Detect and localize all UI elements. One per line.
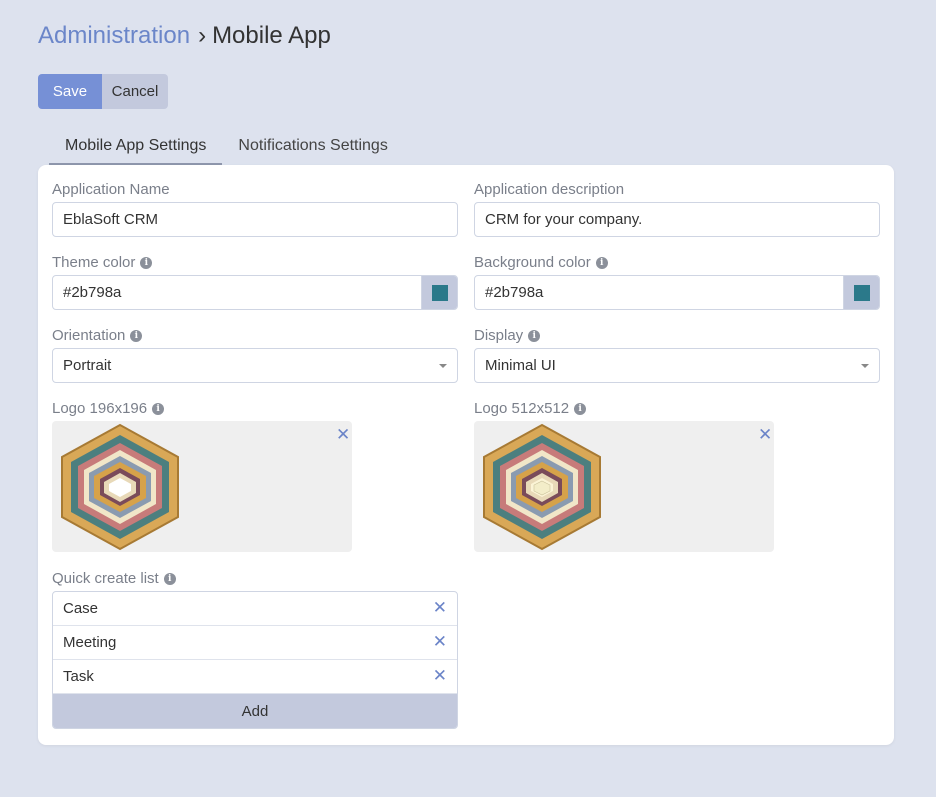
list-item-label: Meeting [63, 634, 117, 651]
color-swatch [854, 284, 870, 301]
orientation-value: Portrait [63, 357, 112, 374]
logo-512-label: Logo 512x512 i [474, 400, 587, 417]
info-icon: i [152, 402, 165, 415]
logo-196-label-text: Logo 196x196 [52, 400, 148, 417]
info-icon: i [574, 402, 587, 415]
quick-create-label-text: Quick create list [52, 570, 159, 587]
tab-mobile-app-settings[interactable]: Mobile App Settings [49, 128, 223, 165]
page-title: Mobile App [212, 22, 331, 49]
close-icon[interactable]: ✕ [336, 427, 350, 444]
close-icon[interactable]: ✕ [433, 668, 447, 685]
logo-512-upload[interactable]: ✕ [474, 421, 774, 552]
list-item-label: Task [63, 668, 94, 685]
cancel-button[interactable]: Cancel [102, 74, 168, 109]
list-item[interactable]: Task ✕ [53, 660, 457, 694]
orientation-label: Orientation i [52, 327, 143, 344]
display-select[interactable]: Minimal UI [474, 348, 880, 383]
quick-create-label: Quick create list i [52, 570, 176, 587]
info-icon: i [163, 572, 176, 585]
list-item-label: Case [63, 600, 99, 617]
background-color-picker-button[interactable] [843, 276, 879, 309]
action-buttons: Save Cancel [38, 74, 168, 109]
orientation-label-text: Orientation [52, 327, 126, 344]
background-color-input[interactable]: #2b798a [485, 284, 843, 301]
display-label-text: Display [474, 327, 524, 344]
settings-tabs: Mobile App Settings Notifications Settin… [49, 128, 404, 165]
display-label: Display i [474, 327, 541, 344]
logo-196-upload[interactable]: ✕ [52, 421, 352, 552]
quick-create-list: Case ✕ Meeting ✕ Task ✕ Add [52, 591, 458, 729]
close-icon[interactable]: ✕ [433, 600, 447, 617]
app-logo-image [61, 423, 179, 551]
theme-color-label: Theme color i [52, 254, 153, 271]
theme-color-picker-button[interactable] [421, 276, 457, 309]
app-logo-image [483, 423, 601, 551]
breadcrumb-separator: › [198, 22, 207, 49]
info-icon: i [130, 329, 143, 342]
save-button[interactable]: Save [38, 74, 102, 109]
settings-panel: Application Name EblaSoft CRM Applicatio… [38, 165, 894, 745]
display-value: Minimal UI [485, 357, 556, 374]
chevron-down-icon [439, 363, 447, 368]
orientation-select[interactable]: Portrait [52, 348, 458, 383]
add-button[interactable]: Add [53, 694, 457, 728]
chevron-down-icon [861, 363, 869, 368]
tab-notifications-settings[interactable]: Notifications Settings [222, 128, 403, 165]
theme-color-input[interactable]: #2b798a [63, 284, 421, 301]
app-description-label: Application description [474, 181, 624, 198]
app-name-input[interactable]: EblaSoft CRM [52, 202, 458, 237]
background-color-label: Background color i [474, 254, 608, 271]
logo-512-label-text: Logo 512x512 [474, 400, 570, 417]
list-item[interactable]: Case ✕ [53, 592, 457, 626]
close-icon[interactable]: ✕ [758, 427, 772, 444]
list-item[interactable]: Meeting ✕ [53, 626, 457, 660]
logo-196-label: Logo 196x196 i [52, 400, 165, 417]
info-icon: i [528, 329, 541, 342]
info-icon: i [595, 256, 608, 269]
app-name-label: Application Name [52, 181, 170, 198]
app-description-input[interactable]: CRM for your company. [474, 202, 880, 237]
breadcrumb: Administration › Mobile App [38, 20, 331, 52]
background-color-label-text: Background color [474, 254, 591, 271]
theme-color-label-text: Theme color [52, 254, 136, 271]
background-color-field[interactable]: #2b798a [474, 275, 880, 310]
breadcrumb-administration-link[interactable]: Administration [38, 22, 190, 49]
app-description-label-text: Application description [474, 181, 625, 198]
app-name-label-text: Application Name [52, 181, 170, 198]
close-icon[interactable]: ✕ [433, 634, 447, 651]
color-swatch [432, 284, 448, 301]
theme-color-field[interactable]: #2b798a [52, 275, 458, 310]
info-icon: i [140, 256, 153, 269]
